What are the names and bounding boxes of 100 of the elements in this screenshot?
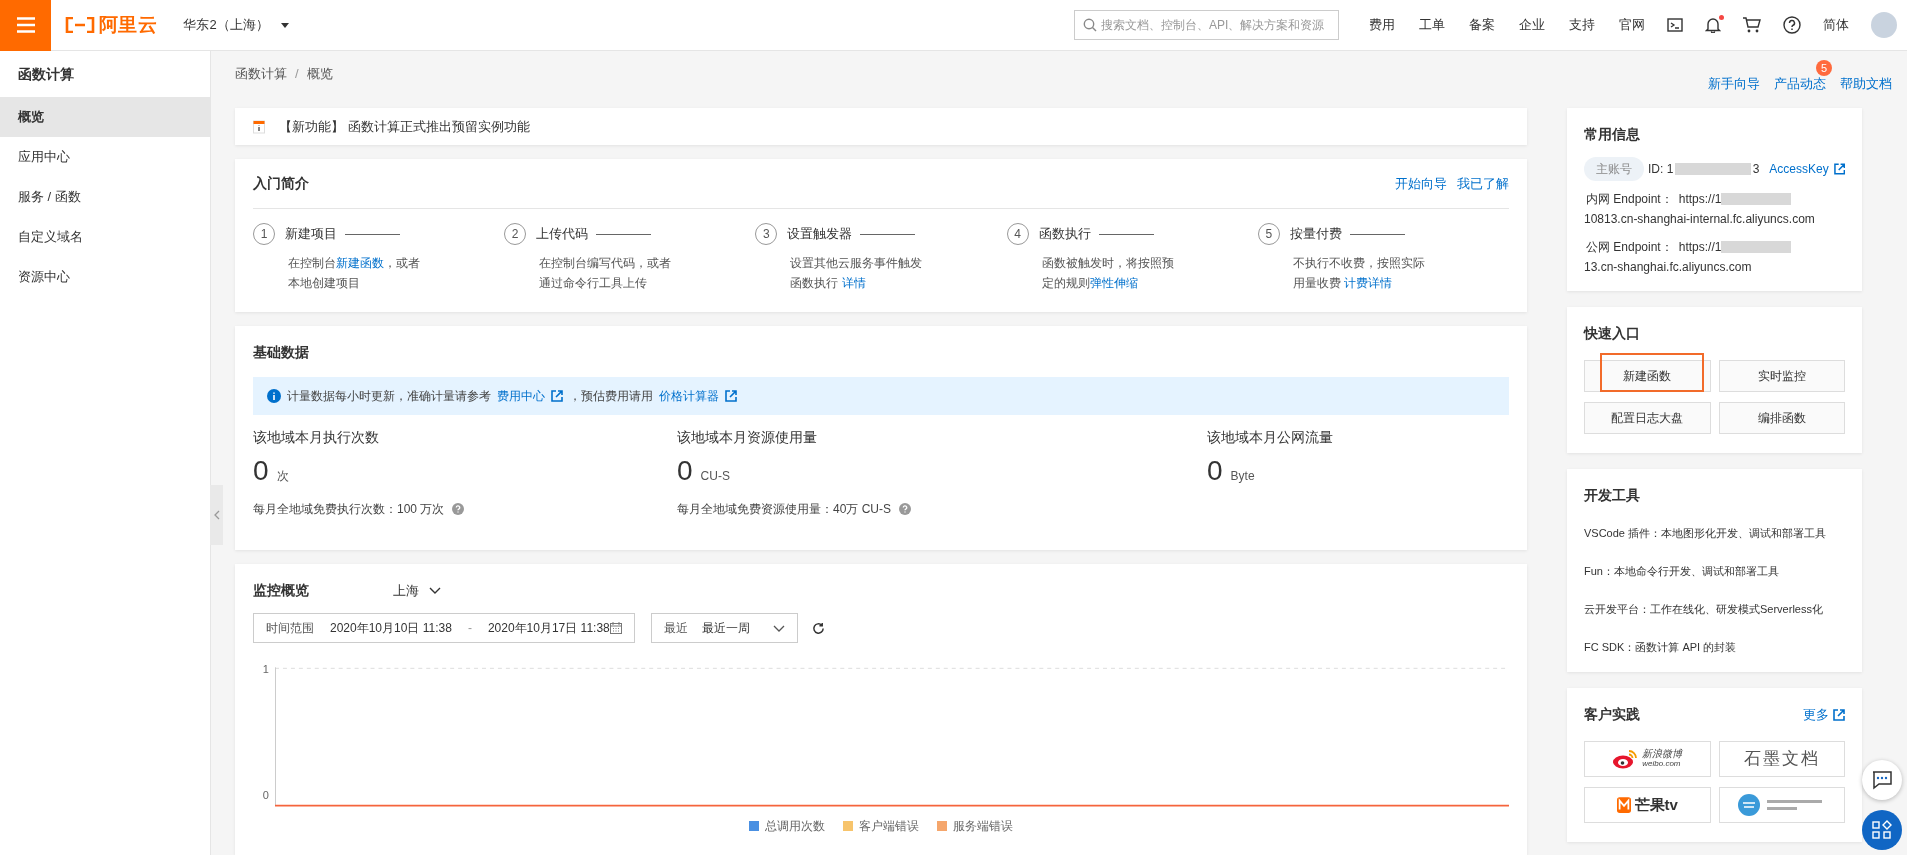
step-line — [1349, 233, 1405, 235]
customer-logo-tile[interactable]: 芒果tv — [1584, 787, 1711, 823]
metric-label: 该地域本月公网流量 — [1207, 428, 1334, 447]
metric-value: 0 — [1207, 454, 1223, 488]
cart-icon[interactable] — [1743, 17, 1761, 33]
step-link[interactable]: 计费详情 — [1344, 276, 1393, 290]
step-description: 不执行不收费，按照实际用量收费 计费详情 — [1291, 255, 1426, 292]
info-link[interactable]: 费用中心 — [497, 387, 545, 405]
search-icon — [1083, 18, 1097, 32]
region-dropdown[interactable]: 上海 — [393, 580, 441, 601]
legend-label: 总调用次数 — [765, 818, 825, 835]
redacted-block — [1721, 193, 1792, 205]
nav-link[interactable]: 工单 — [1419, 15, 1445, 35]
external-link-icon[interactable] — [1833, 163, 1845, 175]
header-link[interactable]: 帮助文档 — [1840, 76, 1892, 91]
nav-link[interactable]: 支持 — [1569, 15, 1595, 35]
tool-description: FC SDK：函数计算 API 的封装 — [1584, 639, 1738, 655]
quick-entry-button[interactable]: 新建函数 — [1584, 360, 1711, 392]
region-selector[interactable]: 华东2（上海） — [183, 15, 289, 35]
metric-note: 每月全地域免费执行次数：100 万次 — [253, 501, 445, 518]
step-line — [1098, 233, 1154, 235]
header-link[interactable]: 产品动态 — [1774, 76, 1826, 91]
notice-text: 【新功能】 函数计算正式推出预留实例功能 — [279, 117, 530, 136]
info-text: 计量数据每小时更新，准确计量请参考 — [287, 388, 491, 405]
customer-logo-tile[interactable]: 新浪微博 weibo.com — [1584, 741, 1711, 777]
chat-button[interactable] — [1862, 760, 1902, 800]
info-link[interactable]: 价格计算器 — [659, 387, 719, 405]
sidebar-item[interactable]: 资源中心 — [0, 257, 210, 297]
sidebar-item[interactable]: 自定义域名 — [0, 217, 210, 257]
nav-link[interactable]: 企业 — [1519, 15, 1545, 35]
quick-entry-button[interactable]: 实时监控 — [1718, 360, 1845, 392]
step-description: 设置其他云服务事件触发函数执行 详情 — [789, 255, 924, 292]
breadcrumb-link[interactable]: 概览 — [306, 64, 333, 84]
step-title: 设置触发器 — [787, 225, 853, 244]
info-icon — [267, 389, 281, 403]
logo-icon — [65, 17, 95, 33]
metric-unit: CU-S — [700, 468, 730, 485]
section-title: 监控概览 — [253, 581, 310, 600]
metric-value: 0 — [677, 454, 693, 488]
section-title: 入门简介 — [253, 174, 309, 193]
date-range-label: 时间范围 — [266, 620, 314, 637]
sidebar-item[interactable]: 概览 — [0, 97, 210, 137]
step-description: 函数被触发时，将按照预定的规则弹性伸缩 — [1040, 255, 1175, 292]
logo-text: weibo.com — [1642, 759, 1682, 769]
weibo-logo-icon — [1612, 749, 1639, 769]
step-title: 上传代码 — [536, 225, 589, 244]
external-link-icon[interactable] — [551, 390, 563, 402]
breadcrumb-link[interactable]: 函数计算 — [235, 64, 287, 84]
nav-link[interactable]: 官网 — [1619, 15, 1645, 35]
nav-link[interactable]: 备案 — [1469, 15, 1495, 35]
step-link[interactable]: 新建函数 — [336, 256, 384, 270]
endpoint-url: https://1 — [1678, 191, 1722, 208]
help-icon[interactable] — [1783, 16, 1801, 34]
step-link[interactable]: 弹性伸缩 — [1089, 276, 1138, 290]
access-key-link[interactable]: AccessKey — [1769, 160, 1829, 178]
redacted-block — [1721, 241, 1792, 253]
date-end: 2020年10月17日 11:38 — [487, 620, 610, 637]
search-field[interactable]: 搜索文档、控制台、API、解决方案和资源 — [1074, 10, 1339, 40]
customer-logo-tile[interactable] — [1718, 787, 1845, 823]
step-link[interactable]: 详情 — [841, 276, 866, 290]
metric-label: 该地域本月资源使用量 — [677, 428, 818, 447]
notification-badge: 5 — [1816, 60, 1832, 76]
chat-icon — [1872, 770, 1892, 790]
apps-button[interactable] — [1862, 810, 1902, 850]
refresh-icon[interactable] — [812, 621, 825, 635]
step-title: 按量付费 — [1289, 225, 1342, 244]
sidebar-item[interactable]: 服务 / 函数 — [0, 177, 210, 217]
section-title: 常用信息 — [1584, 125, 1641, 144]
y-axis-label: 1 — [262, 662, 269, 677]
section-title: 客户实践 — [1584, 705, 1640, 724]
metric-note: 每月全地域免费资源使用量：40万 CU-S — [677, 501, 891, 518]
legend-label: 客户端错误 — [859, 818, 919, 835]
terminal-icon[interactable] — [1667, 17, 1683, 33]
step-title: 函数执行 — [1038, 225, 1091, 244]
action-link[interactable]: 开始向导 — [1395, 173, 1447, 194]
info-text: ，预估费用请用 — [569, 388, 653, 405]
logo-text: 新浪微博 — [1642, 749, 1683, 759]
bell-icon[interactable] — [1705, 17, 1721, 33]
customer-logo-tile[interactable]: 石墨文档 — [1718, 741, 1845, 777]
collapse-handle[interactable] — [210, 485, 223, 545]
external-link-icon[interactable] — [1833, 708, 1845, 721]
id-text: 3 — [1752, 161, 1760, 178]
language-link[interactable]: 简体 — [1823, 15, 1849, 35]
step-description: 在控制台新建函数，或者本地创建项目 — [287, 255, 421, 292]
step-line — [596, 233, 652, 235]
id-text: ID: 1 — [1648, 161, 1674, 178]
date-range-picker[interactable]: 时间范围 2020年10月10日 11:38 - 2020年10月17日 11:38 — [253, 613, 635, 643]
calendar-icon — [610, 622, 622, 634]
apps-icon — [1872, 820, 1892, 840]
menu-button[interactable] — [0, 0, 51, 51]
action-link[interactable]: 我已了解 — [1457, 173, 1509, 194]
external-link-icon[interactable] — [725, 390, 737, 402]
sidebar-item[interactable]: 应用中心 — [0, 137, 210, 177]
nav-link[interactable]: 费用 — [1369, 15, 1395, 35]
quick-entry-button[interactable]: 编排函数 — [1718, 402, 1845, 434]
recent-dropdown[interactable]: 最近 最近一周 — [651, 613, 798, 643]
quick-entry-button[interactable]: 配置日志大盘 — [1584, 402, 1711, 434]
endpoint-url: 10813.cn-shanghai-internal.fc.aliyuncs.com — [1584, 211, 1816, 228]
header-link[interactable]: 新手向导 — [1708, 76, 1760, 91]
more-link[interactable]: 更多 — [1803, 704, 1829, 725]
